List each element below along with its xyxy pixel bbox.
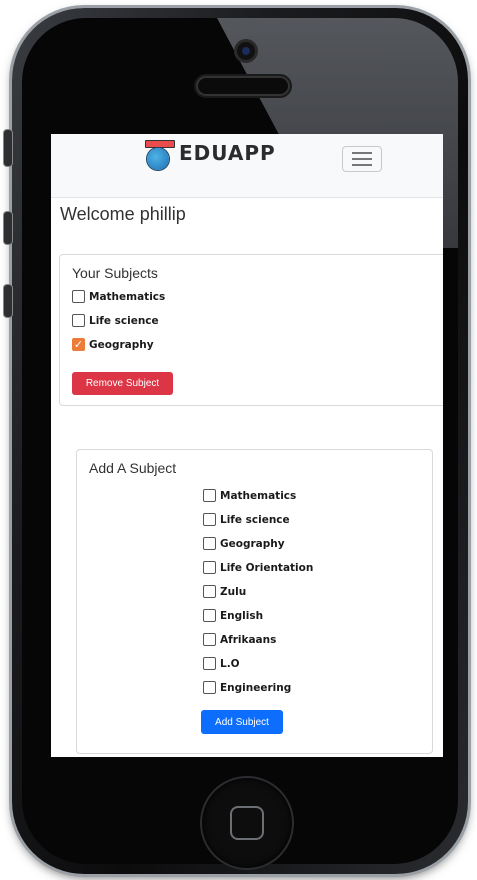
home-button[interactable] <box>202 778 292 868</box>
subject-label: Life science <box>220 513 290 526</box>
add-subject-title: Add A Subject <box>89 460 177 476</box>
subject-label: Engineering <box>220 681 292 694</box>
checkbox-icon[interactable] <box>203 537 216 550</box>
add-subject-checkbox-row[interactable]: L.O <box>203 657 240 670</box>
subject-checkbox-row[interactable]: ✓ Geography <box>72 338 154 351</box>
subject-label: Afrikaans <box>220 633 277 646</box>
speaker-grille <box>196 76 290 96</box>
add-subject-checkbox-row[interactable]: Life science <box>203 513 290 526</box>
checkbox-icon[interactable] <box>203 633 216 646</box>
subject-checkbox-row[interactable]: Mathematics <box>72 290 165 303</box>
navbar: EDUAPP <box>51 134 443 198</box>
your-subjects-card: Your Subjects Mathematics Life science ✓… <box>59 254 443 406</box>
hamburger-menu-icon[interactable] <box>342 146 382 172</box>
subject-label: Life Orientation <box>220 561 314 574</box>
checkbox-icon[interactable] <box>203 585 216 598</box>
add-subject-checkbox-row[interactable]: Afrikaans <box>203 633 276 646</box>
subject-label: Geography <box>89 338 154 351</box>
globe-pencil-icon <box>145 140 175 170</box>
checkbox-icon[interactable] <box>203 489 216 502</box>
add-subject-card: Add A Subject Mathematics Life science G… <box>76 449 433 754</box>
app-screen: EDUAPP Welcome phillip Your Subjects Mat… <box>51 134 443 757</box>
subject-label: Life science <box>89 314 159 327</box>
checkbox-icon[interactable] <box>203 657 216 670</box>
add-subject-checkbox-row[interactable]: Life Orientation <box>203 561 313 574</box>
subject-label: Mathematics <box>220 489 297 502</box>
checkbox-icon[interactable] <box>203 681 216 694</box>
add-subject-checkbox-row[interactable]: English <box>203 609 263 622</box>
home-square-icon <box>230 806 264 840</box>
mute-switch <box>4 130 12 166</box>
checkbox-icon[interactable] <box>203 609 216 622</box>
subject-label: L.O <box>220 657 240 670</box>
checkbox-icon[interactable] <box>203 513 216 526</box>
brand-name: EDUAPP <box>179 141 276 165</box>
your-subjects-title: Your Subjects <box>72 265 158 281</box>
remove-subject-button[interactable]: Remove Subject <box>72 372 173 395</box>
checkbox-icon[interactable] <box>72 314 85 327</box>
checkbox-icon[interactable] <box>203 561 216 574</box>
volume-down-button <box>4 285 12 317</box>
add-subject-checkbox-row[interactable]: Geography <box>203 537 285 550</box>
welcome-message: Welcome phillip <box>60 204 186 224</box>
brand[interactable]: EDUAPP <box>145 140 276 170</box>
checkbox-icon[interactable] <box>72 290 85 303</box>
add-subject-button[interactable]: Add Subject <box>201 710 283 734</box>
add-subject-checkbox-row[interactable]: Zulu <box>203 585 246 598</box>
subject-checkbox-row[interactable]: Life science <box>72 314 159 327</box>
add-subject-checkbox-row[interactable]: Engineering <box>203 681 291 694</box>
volume-up-button <box>4 212 12 244</box>
add-subject-checkbox-row[interactable]: Mathematics <box>203 489 296 502</box>
subject-label: Mathematics <box>89 290 166 303</box>
subject-label: English <box>220 609 264 622</box>
checked-checkbox-icon[interactable]: ✓ <box>72 338 85 351</box>
camera-icon <box>237 42 255 60</box>
subject-label: Geography <box>220 537 285 550</box>
subject-label: Zulu <box>220 585 247 598</box>
